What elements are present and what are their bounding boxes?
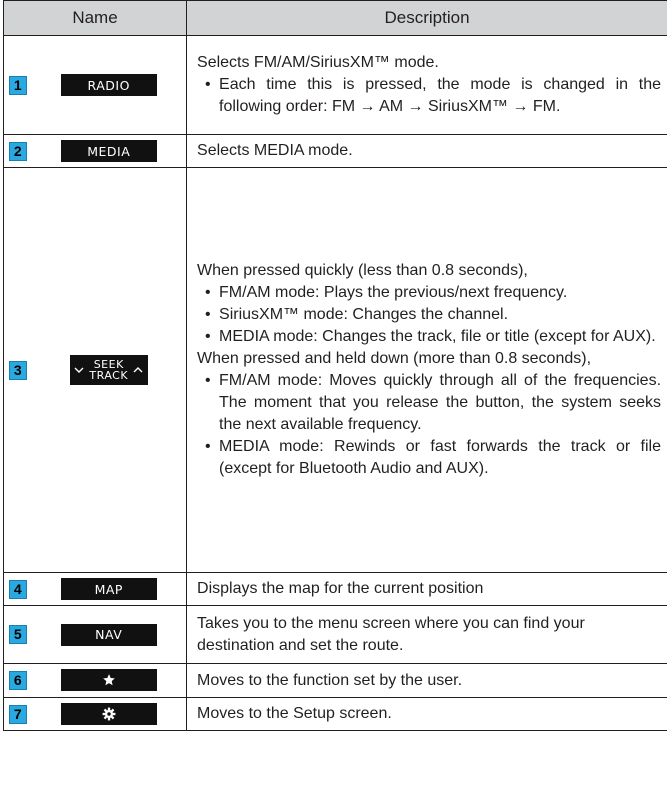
controls-table: Name Description 1 RADIO Selects FM/AM/S… bbox=[2, 0, 667, 731]
row-description: When pressed quickly (less than 0.8 seco… bbox=[186, 167, 667, 573]
radio-button: RADIO bbox=[60, 74, 157, 96]
track-label: TRACK bbox=[89, 369, 129, 382]
header-description: Description bbox=[186, 0, 667, 36]
description-text: When pressed and held down (more than 0.… bbox=[197, 350, 592, 367]
table-header-row: Name Description bbox=[2, 0, 667, 36]
setup-button bbox=[60, 702, 157, 725]
gear-icon bbox=[102, 707, 116, 720]
description-text: Moves to the function set by the user. bbox=[197, 671, 463, 689]
description-bullet: MEDIA mode: Rewinds or fast forwards the… bbox=[197, 436, 661, 480]
description-text: Takes you to the menu screen where you c… bbox=[197, 614, 585, 654]
table-row: 3 SEEK TRACK When pressed quickly (less … bbox=[3, 167, 667, 573]
row-description: Moves to the Setup screen. bbox=[186, 697, 667, 731]
chevron-down-icon bbox=[74, 367, 84, 373]
map-button: MAP bbox=[60, 578, 157, 600]
row-description: Moves to the function set by the user. bbox=[186, 663, 667, 698]
row-number-badge: 5 bbox=[8, 625, 27, 644]
row-number-badge: 6 bbox=[8, 671, 27, 690]
row-number-badge: 1 bbox=[8, 75, 27, 95]
row-number-badge: 3 bbox=[8, 360, 27, 380]
table-row: 6 Moves to the function set by the user. bbox=[3, 663, 667, 698]
description-text: When pressed quickly (less than 0.8 seco… bbox=[197, 262, 528, 279]
row-number-badge: 2 bbox=[8, 141, 27, 161]
description-bullet: SiriusXM™ mode: Changes the channel. bbox=[197, 304, 661, 326]
description-bullet: FM/AM mode: Moves quickly through all of… bbox=[197, 370, 661, 436]
table-row: 2 MEDIA Selects MEDIA mode. bbox=[3, 134, 667, 168]
description-text: Selects FM/AM/SiriusXM™ mode. bbox=[197, 54, 439, 71]
row-description: Takes you to the menu screen where you c… bbox=[186, 605, 667, 664]
table-row: 7 Moves to the Setup screen. bbox=[3, 697, 667, 731]
table-row: 5 NAV Takes you to the menu screen where… bbox=[3, 605, 667, 664]
table-row: 4 MAP Displays the map for the current p… bbox=[3, 572, 667, 606]
nav-button: NAV bbox=[60, 623, 157, 646]
description-text: Moves to the Setup screen. bbox=[197, 705, 392, 722]
description-text: Selects MEDIA mode. bbox=[197, 142, 353, 159]
row-description: Displays the map for the current positio… bbox=[186, 572, 667, 606]
favorite-button bbox=[60, 669, 157, 691]
row-number-badge: 7 bbox=[8, 704, 27, 724]
description-bullet: MEDIA mode: Changes the track, file or t… bbox=[197, 326, 661, 348]
row-description: Selects MEDIA mode. bbox=[186, 134, 667, 168]
star-icon bbox=[102, 674, 115, 686]
description-bullet: FM/AM mode: Plays the previous/next freq… bbox=[197, 282, 661, 304]
row-number-badge: 4 bbox=[8, 579, 27, 599]
chevron-up-icon bbox=[133, 367, 143, 373]
header-name: Name bbox=[2, 0, 188, 36]
row-description: Selects FM/AM/SiriusXM™ mode. Each time … bbox=[186, 35, 667, 135]
description-bullet: Each time this is pressed, the mode is c… bbox=[197, 74, 661, 118]
seek-track-button: SEEK TRACK bbox=[69, 355, 148, 385]
description-text: Displays the map for the current positio… bbox=[197, 580, 484, 597]
media-button: MEDIA bbox=[60, 140, 157, 162]
table-row: 1 RADIO Selects FM/AM/SiriusXM™ mode. Ea… bbox=[3, 35, 667, 135]
